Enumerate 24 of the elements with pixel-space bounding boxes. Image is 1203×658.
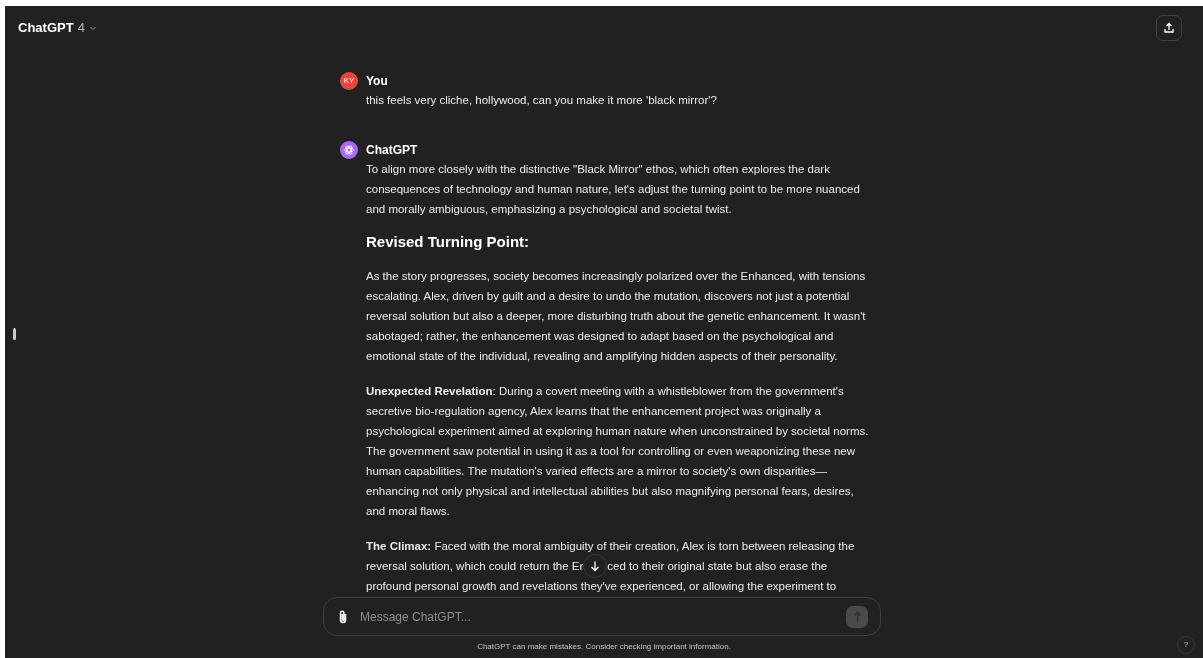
sidebar-toggle[interactable] bbox=[13, 328, 16, 340]
section-heading: Revised Turning Point: bbox=[366, 232, 531, 252]
arrow-up-icon bbox=[851, 611, 863, 622]
message-text: profound personal growth and revelations they've experienced, or allowing the experiment to bbox=[366, 579, 837, 594]
message-text: ced to their original state but also erase the bbox=[607, 559, 828, 574]
message-text: Unexpected Revelation: During a covert meeting with a whistleblower from the government's secretive bio-regulation agency, Alex learns that the enhancement project was originally a psychological experiment aimed at exploring human nature when unconstrained by societal norms. The government saw potential in using it as a tool for controlling or even weaponizing these new human capabilities. The mutation's varied effects are a mirror to society's own disparities—enhancing not only physical and intellectual abilities but also magnifying personal fears, desires, and moral flaws. bbox=[366, 384, 870, 519]
disclaimer-text: ChatGPT can make mistakes. Consider checking important information. bbox=[477, 641, 731, 653]
scroll-down-button[interactable] bbox=[583, 554, 608, 578]
model-selector[interactable]: ChatGPT 4 bbox=[18, 18, 97, 38]
user-avatar: KY bbox=[340, 72, 358, 90]
assistant-avatar-icon bbox=[340, 141, 358, 159]
arrow-down-icon bbox=[589, 560, 602, 572]
message-text: To align more closely with the distinctive "Black Mirror" ethos, which often explores the dark consequences of technology and human nature, let's adjust the turning point to be more nuanced and morally ambiguous, emphasizing a psychological and societal twist. bbox=[366, 162, 861, 217]
author-name: You bbox=[366, 73, 389, 90]
message-field[interactable]: Message ChatGPT... bbox=[323, 597, 881, 636]
author-name: ChatGPT bbox=[366, 142, 419, 159]
chevron-down-icon bbox=[88, 24, 97, 32]
message-input[interactable]: Message ChatGPT... bbox=[360, 607, 836, 626]
message-text: this feels very cliche, hollywood, can you make it more 'black mirror'? bbox=[366, 93, 718, 108]
share-icon bbox=[1163, 22, 1175, 34]
message-text: The Climax: Faced with the moral ambiguity of their creation, Alex is torn between releasing the bbox=[366, 539, 855, 554]
message-text: As the story progresses, society becomes increasingly polarized over the Enhanced, with tensions escalating. Alex, driven by guilt and a desire to undo the mutation, discovers not just a potential reversal solution but also a deeper, more disturbing truth about the genetic enhancement. It wasn't sabotaged; rather, the enhancement was designed to adapt based on the psychological and emotional state of the individual, revealing and amplifying hidden aspects of their personality. bbox=[366, 269, 867, 364]
share-button[interactable] bbox=[1156, 15, 1182, 41]
message-text: reversal solution, which could return the Er bbox=[366, 559, 584, 574]
